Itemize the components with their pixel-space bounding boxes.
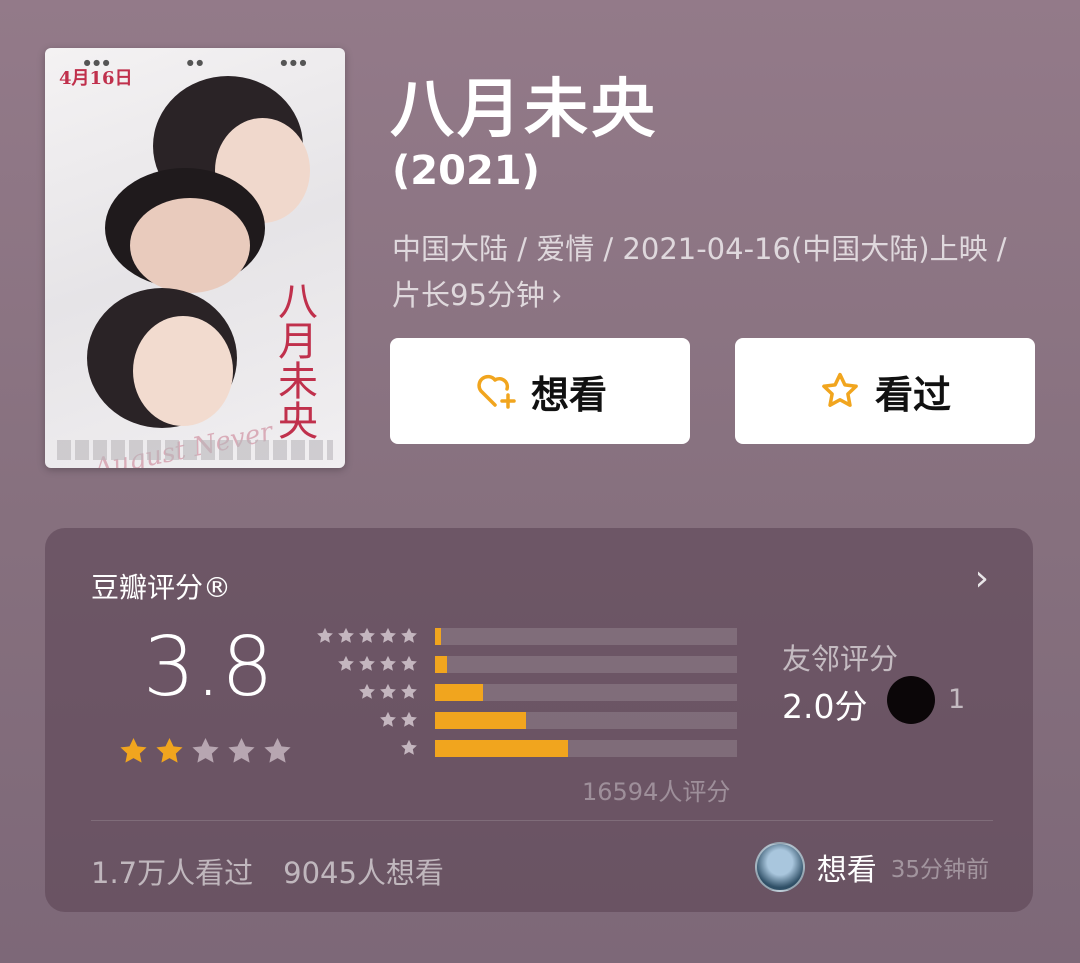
- star-small-icon: [359, 683, 375, 699]
- star-small-icon: [380, 683, 396, 699]
- star-filled-icon: [120, 738, 147, 763]
- star-small-icon: [359, 627, 375, 643]
- poster-credits: [57, 440, 333, 460]
- friends-count: 1: [948, 684, 966, 715]
- chevron-right-icon: ›: [550, 278, 563, 312]
- star-small-icon: [401, 655, 417, 671]
- rating-bar-track: [435, 628, 737, 645]
- star-small-icon: [401, 627, 417, 643]
- watched-button[interactable]: 看过: [735, 338, 1035, 444]
- rating-row-stars: [357, 682, 419, 702]
- star-small-icon: [401, 683, 417, 699]
- recent-time: 35分钟前: [890, 857, 989, 883]
- movie-title: 八月未央: [390, 73, 658, 147]
- recent-friend-activity[interactable]: 想看 35分钟前: [754, 842, 989, 892]
- rating-stars: [117, 735, 294, 768]
- star-small-icon: [380, 711, 396, 727]
- star-filled-icon: [156, 738, 183, 763]
- star-empty-icon: [264, 738, 291, 763]
- wish-count: 9045人想看: [283, 856, 444, 890]
- friends-rating-score: 2.0分: [782, 687, 868, 726]
- rating-bar-track: [435, 712, 737, 729]
- rating-bar-fill: [435, 712, 526, 729]
- avatar: [754, 842, 805, 892]
- rating-card[interactable]: 豆瓣评分® › 3.8 16594人评分 友邻评分 2.0分 1 1.7万人看过…: [45, 528, 1033, 912]
- star-small-icon: [401, 739, 417, 755]
- rating-row-5-star: [313, 626, 737, 648]
- rating-row-stars: [399, 738, 419, 758]
- star-small-icon: [338, 655, 354, 671]
- watched-count: 1.7万人看过: [91, 856, 254, 890]
- want-to-watch-button[interactable]: 想看: [390, 338, 690, 444]
- rating-bar-fill: [435, 684, 484, 701]
- star-empty-icon: [228, 738, 255, 763]
- rating-row-2-star: [313, 710, 737, 732]
- want-to-watch-label: 想看: [530, 372, 607, 417]
- rating-bar-fill: [435, 740, 568, 757]
- rating-title: 豆瓣评分®: [91, 571, 232, 604]
- rating-bar-fill: [435, 628, 442, 645]
- movie-year: (2021): [392, 148, 540, 194]
- chevron-right-icon[interactable]: ›: [975, 558, 989, 599]
- rating-row-1-star: [313, 738, 737, 760]
- rating-bar-track: [435, 684, 737, 701]
- rating-bar-fill: [435, 656, 448, 673]
- poster-face-middle: [130, 198, 250, 293]
- poster-face-bottom: [133, 316, 233, 426]
- star-empty-icon: [192, 738, 219, 763]
- rating-row-3-star: [313, 682, 737, 704]
- poster-date: 4月16日: [59, 68, 133, 89]
- star-small-icon: [338, 627, 354, 643]
- star-small-icon: [401, 711, 417, 727]
- watch-stats[interactable]: 1.7万人看过 9045人想看: [91, 850, 444, 892]
- star-outline-icon: [822, 372, 858, 407]
- recent-action: 想看: [816, 853, 877, 888]
- movie-poster[interactable]: ● ● ●● ●● ● ● 4月16日 八月未央 August Never en…: [45, 48, 345, 468]
- rating-score: 3.8: [143, 620, 274, 715]
- star-small-icon: [380, 627, 396, 643]
- watched-label: 看过: [874, 372, 951, 417]
- rating-bar-track: [435, 740, 737, 757]
- rating-row-stars: [336, 654, 419, 674]
- star-small-icon: [359, 655, 375, 671]
- rating-row-stars: [378, 710, 419, 730]
- star-small-icon: [317, 627, 333, 643]
- divider: [91, 820, 993, 821]
- movie-meta[interactable]: 中国大陆 / 爱情 / 2021-04-16(中国大陆)上映 / 片长95分钟 ›: [392, 226, 1032, 318]
- star-small-icon: [380, 655, 396, 671]
- movie-meta-text: 中国大陆 / 爱情 / 2021-04-16(中国大陆)上映 / 片长95分钟: [392, 232, 1007, 312]
- friends-rating-label: 友邻评分: [782, 642, 899, 676]
- heart-plus-icon: [477, 374, 516, 409]
- rating-row-4-star: [313, 654, 737, 676]
- poster-cast-names: ● ● ● ● ● ● ● ●: [83, 58, 307, 67]
- rating-row-stars: [315, 626, 419, 646]
- rating-bar-track: [435, 656, 737, 673]
- raters-count: 16594人评分: [582, 778, 731, 806]
- friend-avatar[interactable]: [887, 676, 935, 724]
